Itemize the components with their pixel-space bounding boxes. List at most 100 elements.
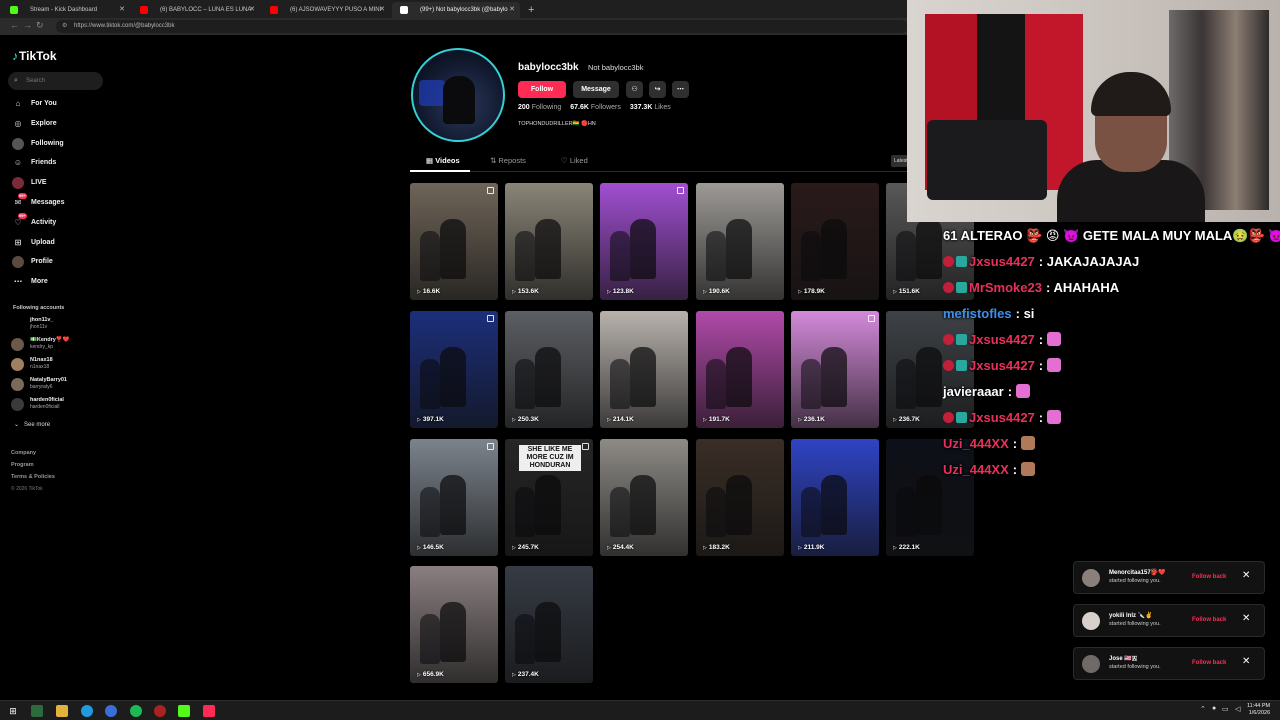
following-stat[interactable]: 200 Following bbox=[518, 104, 561, 111]
video-thumbnail[interactable]: ▷ 211.9K bbox=[791, 439, 879, 556]
sidebar-item-more[interactable]: ⋯ More bbox=[11, 275, 111, 289]
following-account-item[interactable]: jhon11v_ jhon11v bbox=[11, 315, 101, 333]
video-thumbnail[interactable]: ▷ 222.1K bbox=[886, 439, 974, 556]
see-more-label: See more bbox=[24, 422, 51, 428]
video-thumbnail[interactable]: SHE LIKE ME MORE CUZ IM HONDURAN ▷ 245.7K bbox=[505, 439, 593, 556]
follow-back-button[interactable]: Follow back bbox=[1192, 574, 1226, 580]
browser-icon[interactable] bbox=[105, 705, 117, 717]
chat-username[interactable]: javieraaar bbox=[943, 384, 1004, 399]
video-thumbnail[interactable]: ▷ 236.1K bbox=[791, 311, 879, 428]
followers-stat[interactable]: 67.6K Followers bbox=[570, 104, 621, 111]
app-icon[interactable] bbox=[31, 705, 43, 717]
edge-icon[interactable] bbox=[81, 705, 93, 717]
message-button[interactable]: Message bbox=[573, 81, 619, 98]
reload-icon[interactable]: ↻ bbox=[36, 20, 44, 31]
chat-username[interactable]: Uzi_444XX bbox=[943, 436, 1009, 451]
file-explorer-icon[interactable] bbox=[56, 705, 68, 717]
sidebar-item-for-you[interactable]: ⌂ For You bbox=[11, 97, 111, 111]
video-thumbnail[interactable]: ▷ 191.7K bbox=[696, 311, 784, 428]
back-icon[interactable]: ← bbox=[10, 20, 19, 30]
add-friend-icon[interactable]: ⚇ bbox=[626, 81, 643, 98]
video-thumbnail[interactable]: ▷ 190.6K bbox=[696, 183, 784, 300]
following-account-item[interactable]: harden0ficial harden0ficiall bbox=[11, 395, 101, 413]
chat-username[interactable]: Jxsus4427 bbox=[969, 358, 1035, 373]
video-thumbnail[interactable]: ▷ 178.9K bbox=[791, 183, 879, 300]
sidebar-item-live[interactable]: LIVE bbox=[11, 176, 111, 190]
network-icon[interactable]: ▭ bbox=[1222, 705, 1229, 713]
close-icon[interactable]: ✕ bbox=[249, 2, 255, 18]
tiktok-logo[interactable]: ♪TikTok bbox=[12, 49, 57, 63]
kick-icon[interactable] bbox=[178, 705, 190, 717]
close-icon[interactable]: ✕ bbox=[509, 2, 515, 18]
sidebar-item-messages[interactable]: ✉ 99+ Messages bbox=[11, 193, 111, 210]
browser-tab-kick[interactable]: Stream - Kick Dashboard ✕ bbox=[2, 2, 130, 18]
video-thumbnail[interactable]: ▷ 214.1K bbox=[600, 311, 688, 428]
tab-videos[interactable]: ▦ Videos bbox=[426, 156, 460, 165]
profile-avatar[interactable] bbox=[411, 48, 505, 142]
chevron-up-icon[interactable]: ⌃ bbox=[1200, 705, 1206, 713]
obs-icon[interactable] bbox=[154, 705, 166, 717]
sidebar-item-friends[interactable]: ☺ Friends bbox=[11, 156, 111, 170]
account-handle: kendry_kp bbox=[30, 344, 54, 350]
mic-icon[interactable]: ● bbox=[1212, 705, 1216, 712]
search-input[interactable]: ⌕ Search bbox=[8, 72, 103, 90]
video-thumbnail[interactable]: ▷ 237.4K bbox=[505, 566, 593, 683]
video-thumbnail[interactable]: ▷ 254.4K bbox=[600, 439, 688, 556]
spotify-icon[interactable] bbox=[130, 705, 142, 717]
follow-back-button[interactable]: Follow back bbox=[1192, 660, 1226, 666]
video-thumbnail[interactable]: ▷ 250.3K bbox=[505, 311, 593, 428]
close-icon[interactable]: ✕ bbox=[379, 2, 385, 18]
browser-tab-youtube-2[interactable]: (6) AJSOWAVEYYY PUSO A MINI ✕ bbox=[262, 2, 390, 18]
video-thumbnail[interactable]: ▷ 153.6K bbox=[505, 183, 593, 300]
new-tab-button[interactable]: + bbox=[528, 2, 534, 18]
follow-back-button[interactable]: Follow back bbox=[1192, 617, 1226, 623]
follow-button[interactable]: Follow bbox=[518, 81, 566, 98]
sidebar-item-explore[interactable]: ◎ Explore bbox=[11, 117, 111, 131]
chat-emote-icon bbox=[1021, 462, 1036, 476]
following-label: Following bbox=[531, 104, 562, 111]
video-thumbnail[interactable]: ▷ 656.9K bbox=[410, 566, 498, 683]
footer-company[interactable]: Company bbox=[11, 450, 36, 456]
video-thumbnail[interactable]: ▷ 183.2K bbox=[696, 439, 784, 556]
chat-username[interactable]: Jxsus4427 bbox=[969, 254, 1035, 269]
close-icon[interactable]: ✕ bbox=[1242, 613, 1250, 624]
more-options-icon[interactable]: ⋯ bbox=[672, 81, 689, 98]
site-info-icon[interactable]: ⚙ bbox=[62, 20, 67, 33]
footer-terms[interactable]: Terms & Policies bbox=[11, 474, 55, 480]
close-icon[interactable]: ✕ bbox=[1242, 656, 1250, 667]
share-icon[interactable]: ↪ bbox=[649, 81, 666, 98]
tab-reposts[interactable]: ⇅ Reposts bbox=[490, 156, 526, 165]
system-clock[interactable]: 11:44 PM 1/6/2026 bbox=[1247, 703, 1270, 717]
following-account-item[interactable]: NatalyBarry01 barryraty6 bbox=[11, 375, 101, 393]
sidebar-item-following[interactable]: Following bbox=[11, 137, 111, 151]
youtube-icon bbox=[140, 6, 148, 14]
close-icon[interactable]: ✕ bbox=[1242, 570, 1250, 581]
video-thumbnail[interactable]: ▷ 16.6K bbox=[410, 183, 498, 300]
forward-icon[interactable]: → bbox=[23, 20, 32, 30]
sidebar-item-activity[interactable]: ♡ 99+ Activity bbox=[11, 213, 111, 230]
chat-username[interactable]: Jxsus4427 bbox=[969, 332, 1035, 347]
tiktok-icon[interactable] bbox=[203, 705, 215, 717]
sidebar-item-upload[interactable]: ⊞ Upload bbox=[11, 236, 111, 250]
video-thumbnail[interactable]: ▷ 123.8K bbox=[600, 183, 688, 300]
browser-tab-tiktok[interactable]: (99+) Not babylocc3bk (@babylo ✕ bbox=[392, 2, 520, 18]
avatar bbox=[1082, 612, 1100, 630]
footer-program[interactable]: Program bbox=[11, 462, 34, 468]
volume-icon[interactable]: ◁ bbox=[1235, 705, 1240, 713]
see-more-button[interactable]: ⌄ See more bbox=[14, 421, 50, 428]
chat-username[interactable]: MrSmoke23 bbox=[969, 280, 1042, 295]
tab-liked[interactable]: ♡ Liked bbox=[561, 156, 588, 165]
following-account-item[interactable]: N1nax18 n1nax18 bbox=[11, 355, 101, 373]
close-icon[interactable]: ✕ bbox=[119, 2, 125, 18]
chat-username[interactable]: mefistofles bbox=[943, 306, 1012, 321]
following-account-item[interactable]: 💵Kendry❣️❤️ kendry_kp bbox=[11, 335, 101, 353]
sidebar-item-profile[interactable]: Profile bbox=[11, 255, 111, 269]
video-thumbnail[interactable]: ▷ 146.5K bbox=[410, 439, 498, 556]
chat-username[interactable]: Uzi_444XX bbox=[943, 462, 1009, 477]
video-thumbnail[interactable]: ▷ 397.1K bbox=[410, 311, 498, 428]
menu-label: For You bbox=[31, 100, 57, 107]
browser-tab-youtube-1[interactable]: (6) BABYLOCC – LUNA ES LUNA ✕ bbox=[132, 2, 260, 18]
url-field[interactable]: ⚙ https://www.tiktok.com/@babylocc3bk bbox=[56, 20, 908, 33]
start-icon[interactable]: ⊞ bbox=[7, 705, 19, 717]
chat-username[interactable]: Jxsus4427 bbox=[969, 410, 1035, 425]
